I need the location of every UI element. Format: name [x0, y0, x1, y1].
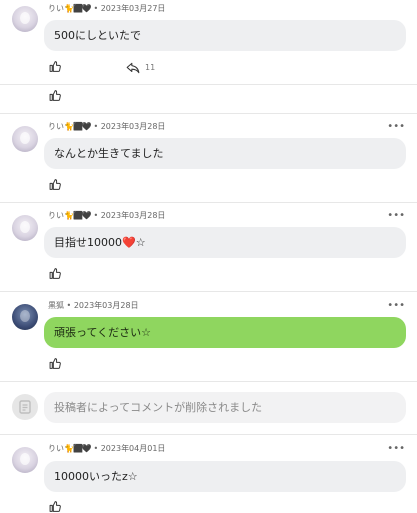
comment-bubble: なんとか生きてました [44, 138, 406, 169]
avatar [12, 394, 38, 420]
author-emojis: 🐈⬛🖤 [64, 211, 92, 220]
comment-bubble: 目指せ10000❤️☆ [44, 227, 406, 258]
author-name[interactable]: りい [48, 211, 64, 220]
author-name[interactable]: りい [48, 444, 64, 453]
more-dots-icon[interactable]: ••• [387, 122, 405, 132]
more-dots-icon[interactable]: ••• [387, 444, 405, 454]
avatar[interactable] [12, 126, 38, 152]
thumbs-up-icon[interactable] [49, 60, 62, 73]
author-name[interactable]: りい [48, 4, 64, 13]
author-name[interactable]: 黒狐 [48, 301, 64, 310]
divider [0, 84, 417, 85]
comment-date: 2023年03月28日 [73, 301, 139, 310]
avatar[interactable] [12, 447, 38, 473]
divider [0, 113, 417, 114]
comment-meta: りい🐈⬛🖤 • 2023年04月01日 [48, 444, 165, 454]
meta-separator: • [93, 122, 99, 131]
comment-meta: 黒狐 • 2023年03月28日 [48, 301, 139, 311]
author-emojis: 🐈⬛🖤 [64, 444, 92, 453]
more-dots-icon[interactable]: ••• [387, 211, 405, 221]
thumbs-up-icon[interactable] [49, 500, 62, 513]
author-name[interactable]: りい [48, 122, 64, 131]
avatar[interactable] [12, 6, 38, 32]
meta-separator: • [93, 444, 99, 453]
share-arrow-icon[interactable] [126, 62, 140, 74]
author-emojis: 🐈⬛🖤 [64, 4, 92, 13]
comment-meta: りい🐈⬛🖤 • 2023年03月28日 [48, 122, 165, 132]
thumbs-up-icon[interactable] [49, 267, 62, 280]
thumbs-up-icon[interactable] [49, 89, 62, 102]
meta-separator: • [93, 211, 99, 220]
comment-meta: りい🐈⬛🖤 • 2023年03月28日 [48, 211, 165, 221]
share-count: 11 [145, 63, 156, 72]
divider [0, 434, 417, 435]
comment-bubble: 頑張ってください☆ [44, 317, 406, 348]
thumbs-up-icon[interactable] [49, 357, 62, 370]
comment-date: 2023年04月01日 [100, 444, 166, 453]
more-dots-icon[interactable]: ••• [387, 301, 405, 311]
avatar[interactable] [12, 304, 38, 330]
divider [0, 381, 417, 382]
meta-separator: • [93, 4, 99, 13]
divider [0, 202, 417, 203]
comment-meta: りい🐈⬛🖤 • 2023年03月27日 [48, 4, 165, 14]
comment-bubble: 500にしといたで [44, 20, 406, 51]
divider [0, 291, 417, 292]
thumbs-up-icon[interactable] [49, 178, 62, 191]
author-emojis: 🐈⬛🖤 [64, 122, 92, 131]
avatar[interactable] [12, 215, 38, 241]
comment-bubble: 10000いったz☆ [44, 461, 406, 492]
deleted-comment-notice: 投稿者によってコメントが削除されました [44, 392, 406, 423]
comment-date: 2023年03月28日 [100, 122, 166, 131]
comment-date: 2023年03月28日 [100, 211, 166, 220]
meta-separator: • [66, 301, 72, 310]
comment-date: 2023年03月27日 [100, 4, 166, 13]
